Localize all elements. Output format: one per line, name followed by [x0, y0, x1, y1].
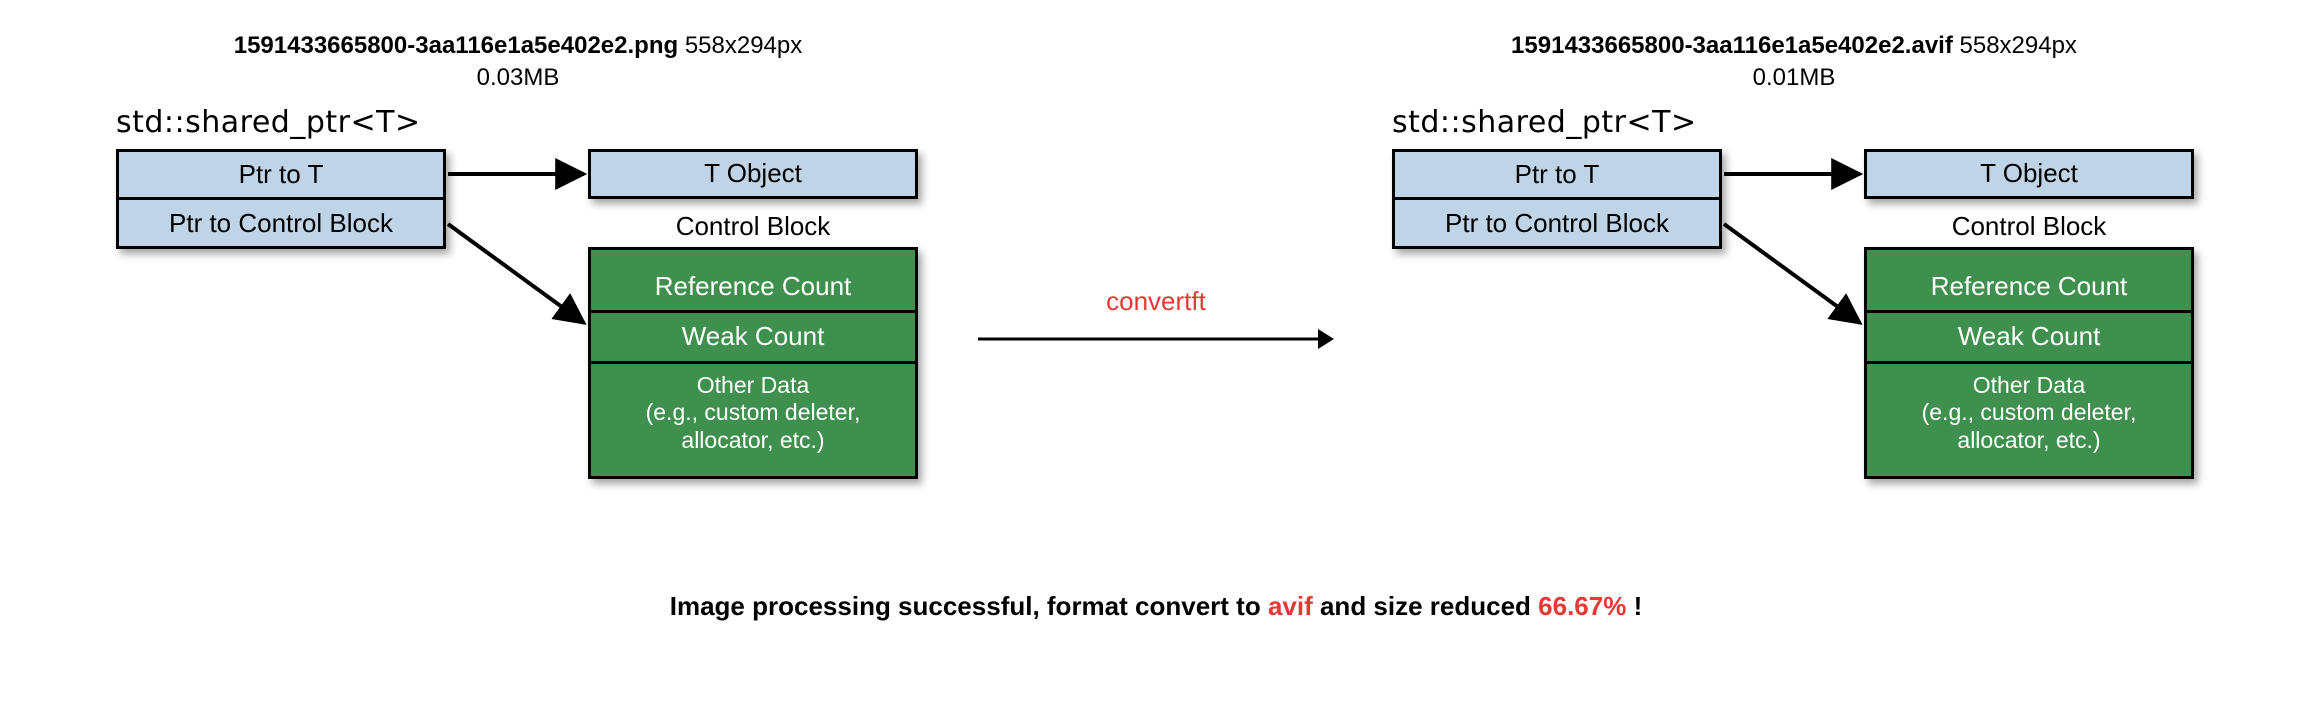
- result-mid: and size reduced: [1313, 591, 1538, 621]
- other-data-line2: (e.g., custom deleter,: [646, 399, 861, 425]
- control-block-box: Reference Count Weak Count Other Data (e…: [1864, 247, 2194, 479]
- result-filename: 1591433665800-3aa116e1a5e402e2.avif: [1511, 32, 1953, 59]
- weak-count-cell: Weak Count: [1867, 313, 2191, 363]
- source-filesize: 0.03MB: [234, 62, 803, 94]
- ref-count-cell: Reference Count: [591, 263, 915, 313]
- arrow-right-icon: [976, 327, 1336, 351]
- other-data-line1: Other Data: [697, 372, 810, 398]
- result-suffix: !: [1626, 591, 1642, 621]
- source-dimensions: 558x294px: [685, 32, 802, 59]
- type-header: std::shared_ptr<T>: [1392, 105, 1697, 140]
- control-block-box: Reference Count Weak Count Other Data (e…: [588, 247, 918, 479]
- other-data-line3: allocator, etc.): [681, 427, 824, 453]
- source-diagram: std::shared_ptr<T> Ptr to T Ptr to Contr…: [98, 101, 938, 551]
- result-diagram: std::shared_ptr<T> Ptr to T Ptr to Contr…: [1374, 101, 2214, 551]
- ptr-to-ctrl-cell: Ptr to Control Block: [1395, 200, 1719, 246]
- source-image-panel: 1591433665800-3aa116e1a5e402e2.png 558x2…: [98, 30, 938, 551]
- shared-ptr-box: Ptr to T Ptr to Control Block: [116, 149, 446, 249]
- result-image-panel: 1591433665800-3aa116e1a5e402e2.avif 558x…: [1374, 30, 2214, 551]
- type-header: std::shared_ptr<T>: [116, 105, 421, 140]
- other-data-line2: (e.g., custom deleter,: [1922, 399, 2137, 425]
- result-caption: 1591433665800-3aa116e1a5e402e2.avif 558x…: [1511, 30, 2077, 95]
- weak-count-cell: Weak Count: [591, 313, 915, 363]
- ptr-to-ctrl-cell: Ptr to Control Block: [119, 200, 443, 246]
- shared-ptr-box: Ptr to T Ptr to Control Block: [1392, 149, 1722, 249]
- result-format: avif: [1268, 591, 1313, 621]
- result-dimensions: 558x294px: [1960, 32, 2077, 59]
- control-block-label: Control Block: [588, 211, 918, 242]
- control-block-label: Control Block: [1864, 211, 2194, 242]
- convert-column: convertft: [966, 93, 1346, 543]
- ptr-to-t-cell: Ptr to T: [1395, 152, 1719, 201]
- other-data-cell: Other Data (e.g., custom deleter, alloca…: [1867, 364, 2191, 463]
- t-object-box: T Object: [1864, 149, 2194, 199]
- source-caption: 1591433665800-3aa116e1a5e402e2.png 558x2…: [234, 30, 803, 95]
- other-data-cell: Other Data (e.g., custom deleter, alloca…: [591, 364, 915, 463]
- t-object-box: T Object: [588, 149, 918, 199]
- source-filename: 1591433665800-3aa116e1a5e402e2.png: [234, 32, 678, 59]
- convert-label: convertft: [1106, 286, 1206, 317]
- other-data-line3: allocator, etc.): [1957, 427, 2100, 453]
- result-pct: 66.67%: [1538, 591, 1626, 621]
- result-prefix: Image processing successful, format conv…: [670, 591, 1268, 621]
- result-filesize: 0.01MB: [1511, 62, 2077, 94]
- ref-count-cell: Reference Count: [1867, 263, 2191, 313]
- other-data-line1: Other Data: [1973, 372, 2086, 398]
- result-message: Image processing successful, format conv…: [670, 591, 1642, 622]
- ptr-to-t-cell: Ptr to T: [119, 152, 443, 201]
